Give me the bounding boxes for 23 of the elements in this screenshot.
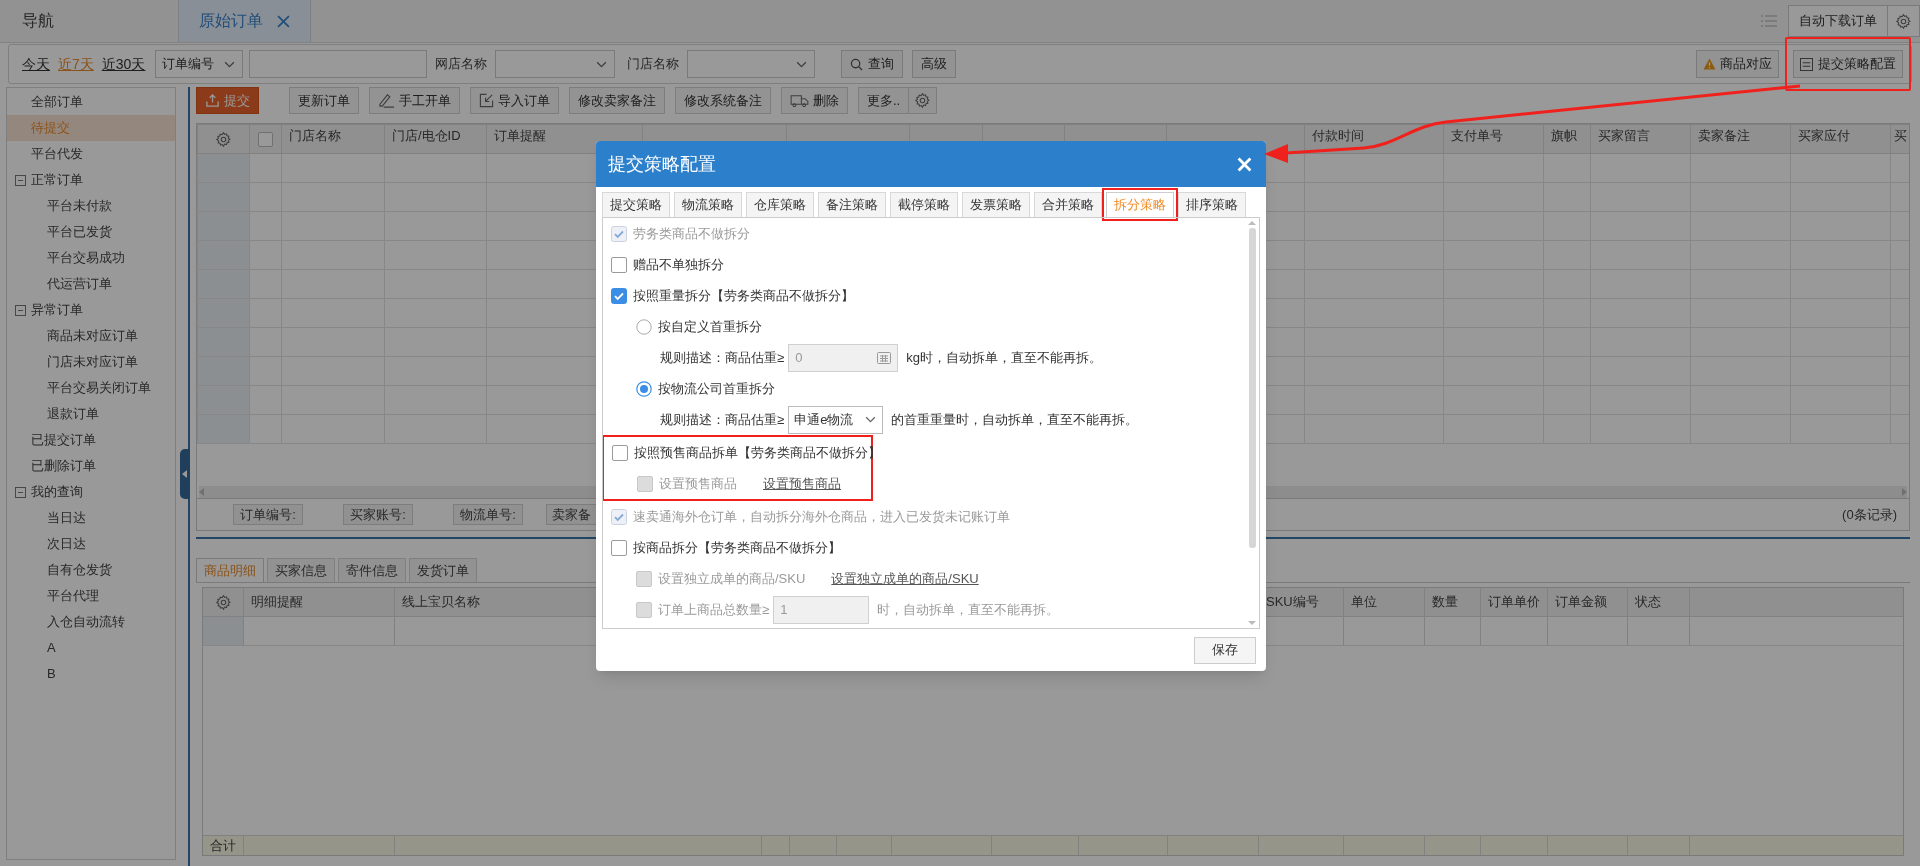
total-label: 合计 [210,836,236,855]
rule-label: 时，自动拆单，直至不能再拆。 [877,600,1060,619]
option-label: 速卖通海外仓订单，自动拆分海外仓商品，进入已发货未记账订单 [633,507,1010,526]
rule-label: 规则描述：商品估重≥ [660,348,785,367]
option-label: 按照重量拆分【劳务类商品不做拆分】 [633,286,854,305]
option-label: 设置独立成单的商品/SKU [658,569,806,588]
option-label: 按商品拆分【劳务类商品不做拆分】 [633,538,841,557]
option-label: 赠品不单独拆分 [633,255,724,274]
option-label: 按自定义首重拆分 [658,317,762,336]
option-label: 按物流公司首重拆分 [658,379,775,398]
option-label: 按照预售商品拆单【劳务类商品不做拆分】 [634,443,881,462]
rule-label: kg时，自动拆单，直至不能再拆。 [906,348,1102,367]
input-field: 1 [773,595,870,624]
record-count: (0条记录) [1842,505,1897,524]
option-label: 设置预售商品 [659,474,737,493]
field-label: 门店名称 [627,55,680,74]
rule-label: 的首重重量时，自动拆单，直至不能再拆。 [891,410,1139,429]
input-field: 0 [788,343,899,372]
rule-label: 订单上商品总数量≥ [658,600,770,619]
dialog-title: 提交策略配置 [608,152,716,176]
option-label: 劳务类商品不做拆分 [633,224,750,243]
rule-label: 规则描述：商品估重≥ [660,410,785,429]
field-label: 网店名称 [435,55,488,74]
